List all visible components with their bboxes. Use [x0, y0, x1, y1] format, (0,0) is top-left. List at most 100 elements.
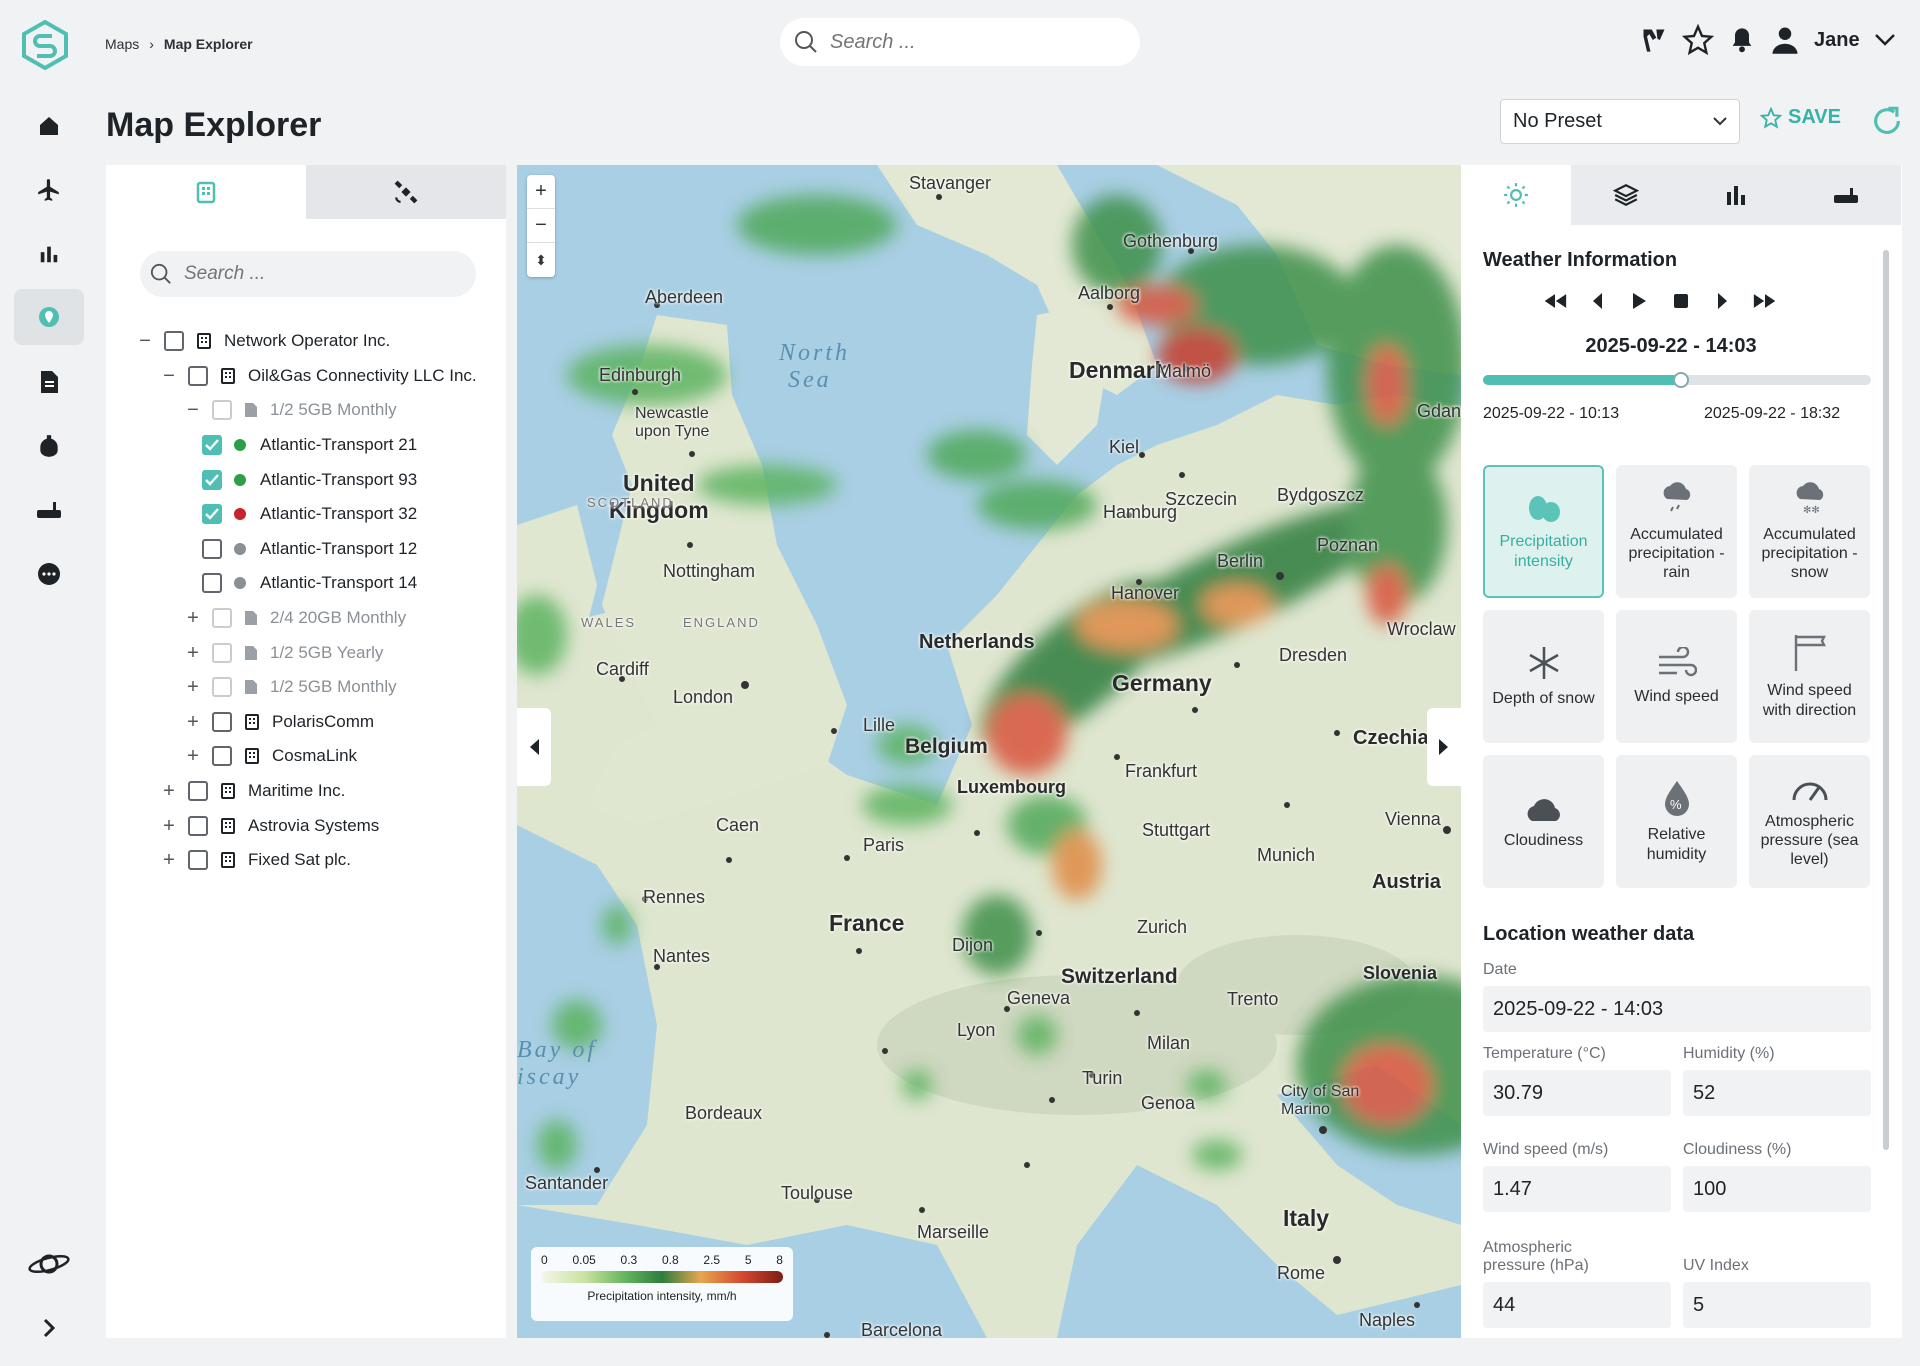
preset-select[interactable]: No Preset: [1500, 99, 1740, 144]
tree-checkbox[interactable]: [202, 538, 222, 559]
tree-org-row[interactable]: − Network Operator Inc.: [134, 324, 506, 359]
collapse-icon[interactable]: −: [134, 331, 156, 351]
expand-icon[interactable]: +: [182, 608, 204, 628]
weather-layer-tile[interactable]: Wind speed: [1616, 610, 1737, 743]
planet-icon[interactable]: [14, 1236, 84, 1292]
tree-checkbox[interactable]: [212, 746, 232, 767]
weather-layer-tile[interactable]: Atmospheric pressure (sea level): [1749, 755, 1870, 888]
expand-rail-icon[interactable]: [14, 1300, 84, 1356]
tree-checkbox[interactable]: [212, 677, 232, 698]
date-field[interactable]: 2025-09-22 - 14:03: [1483, 986, 1871, 1032]
map-canvas[interactable]: North Sea Bay of iscay Denmark United King…: [517, 165, 1461, 1338]
user-name[interactable]: Jane: [1814, 29, 1860, 52]
terminals-nav-icon[interactable]: [14, 482, 84, 538]
panel-scrollbar[interactable]: [1883, 250, 1889, 1150]
tree-checkbox[interactable]: [188, 781, 208, 802]
tree-checkbox[interactable]: [202, 469, 222, 490]
tab-organizations[interactable]: [106, 165, 306, 219]
weather-layer-tile[interactable]: Precipitation intensity: [1483, 465, 1604, 598]
step-forward-icon[interactable]: [1711, 289, 1735, 313]
tree-checkbox[interactable]: [202, 504, 222, 525]
chevron-down-icon[interactable]: [1874, 33, 1896, 47]
expand-icon[interactable]: +: [158, 850, 180, 870]
wind-speed-field[interactable]: 1.47: [1483, 1166, 1671, 1212]
tree-terminal-row[interactable]: Atlantic-Transport 21: [134, 428, 506, 463]
expand-icon[interactable]: +: [182, 643, 204, 663]
tree-checkbox[interactable]: [212, 711, 232, 732]
collapse-right-panel-button[interactable]: [1427, 708, 1461, 786]
zoom-out-button[interactable]: −: [527, 209, 555, 243]
tree-checkbox[interactable]: [212, 642, 232, 663]
tree-plan-row[interactable]: +1/2 5GB Yearly: [134, 635, 506, 670]
tree-checkbox[interactable]: [188, 850, 208, 871]
time-slider-handle[interactable]: [1672, 372, 1689, 388]
collapse-icon[interactable]: −: [182, 400, 204, 420]
star-icon[interactable]: [1682, 24, 1714, 56]
expand-icon[interactable]: +: [182, 746, 204, 766]
tree-search-input[interactable]: [184, 263, 444, 285]
tree-plan-row[interactable]: +2/4 20GB Monthly: [134, 601, 506, 636]
tree-checkbox[interactable]: [212, 400, 232, 421]
tab-weather[interactable]: [1461, 165, 1571, 225]
weather-layer-tile[interactable]: Wind speed with direction: [1749, 610, 1870, 743]
tree-org-row[interactable]: + Astrovia Systems: [134, 808, 506, 843]
tree-search[interactable]: [140, 251, 476, 297]
global-search[interactable]: [780, 18, 1140, 66]
tree-checkbox[interactable]: [188, 365, 208, 386]
expand-icon[interactable]: +: [158, 781, 180, 801]
fast-forward-icon[interactable]: [1753, 289, 1777, 313]
weather-layer-tile[interactable]: Depth of snow: [1483, 610, 1604, 743]
zoom-in-button[interactable]: +: [527, 175, 555, 209]
uv-index-field[interactable]: 5: [1683, 1282, 1871, 1328]
tree-plan-row[interactable]: − 1/2 5GB Monthly: [134, 393, 506, 428]
weather-layer-tile[interactable]: Cloudiness: [1483, 755, 1604, 888]
cloudiness-field[interactable]: 100: [1683, 1166, 1871, 1212]
collapse-icon[interactable]: −: [158, 366, 180, 386]
tree-checkbox[interactable]: [212, 608, 232, 629]
vessels-nav-icon[interactable]: [14, 418, 84, 474]
step-back-icon[interactable]: [1585, 289, 1609, 313]
documents-nav-icon[interactable]: [14, 354, 84, 410]
maps-nav-icon[interactable]: [14, 289, 84, 345]
tab-terminals[interactable]: [1791, 165, 1901, 225]
expand-icon[interactable]: +: [182, 712, 204, 732]
tree-org-row[interactable]: + PolarisComm: [134, 705, 506, 740]
tab-satellites[interactable]: [306, 165, 506, 219]
humidity-field[interactable]: 52: [1683, 1070, 1871, 1116]
more-nav-icon[interactable]: [14, 546, 84, 602]
tree-checkbox[interactable]: [202, 435, 222, 456]
tree-terminal-row[interactable]: Atlantic-Transport 93: [134, 462, 506, 497]
expand-icon[interactable]: +: [158, 816, 180, 836]
save-button[interactable]: SAVE: [1760, 106, 1841, 129]
search-input[interactable]: [830, 30, 1090, 54]
time-slider[interactable]: [1483, 372, 1871, 388]
bell-icon[interactable]: [1728, 26, 1756, 54]
tree-terminal-row[interactable]: Atlantic-Transport 32: [134, 497, 506, 532]
home-nav-icon[interactable]: [14, 98, 84, 154]
breadcrumb-root[interactable]: Maps: [105, 36, 139, 52]
tree-plan-row[interactable]: +1/2 5GB Monthly: [134, 670, 506, 705]
tree-org-row[interactable]: + Fixed Sat plc.: [134, 843, 506, 878]
flights-nav-icon[interactable]: [14, 162, 84, 218]
tree-terminal-row[interactable]: Atlantic-Transport 14: [134, 566, 506, 601]
analytics-nav-icon[interactable]: [14, 226, 84, 282]
compass-icon[interactable]: ⬍: [527, 243, 555, 277]
play-icon[interactable]: [1627, 289, 1651, 313]
tab-layers[interactable]: [1571, 165, 1681, 225]
weather-layer-tile[interactable]: Accumulated precipitation - rain: [1616, 465, 1737, 598]
pressure-field[interactable]: 44: [1483, 1282, 1671, 1328]
fast-rewind-icon[interactable]: [1543, 289, 1567, 313]
tab-charts[interactable]: [1681, 165, 1791, 225]
tree-org-row[interactable]: + Maritime Inc.: [134, 774, 506, 809]
tree-org-row[interactable]: + CosmaLink: [134, 739, 506, 774]
temperature-field[interactable]: 30.79: [1483, 1070, 1671, 1116]
refresh-icon[interactable]: [1870, 104, 1904, 138]
tree-checkbox[interactable]: [164, 331, 184, 352]
tree-org-row[interactable]: − Oil&Gas Connectivity LLC Inc.: [134, 359, 506, 394]
weather-layer-tile[interactable]: ✻✻ Accumulated precipitation - snow: [1749, 465, 1870, 598]
user-avatar-icon[interactable]: [1770, 25, 1800, 55]
satellite-dish-icon[interactable]: [1640, 26, 1668, 54]
tree-terminal-row[interactable]: Atlantic-Transport 12: [134, 532, 506, 567]
expand-icon[interactable]: +: [182, 677, 204, 697]
tree-checkbox[interactable]: [202, 573, 222, 594]
